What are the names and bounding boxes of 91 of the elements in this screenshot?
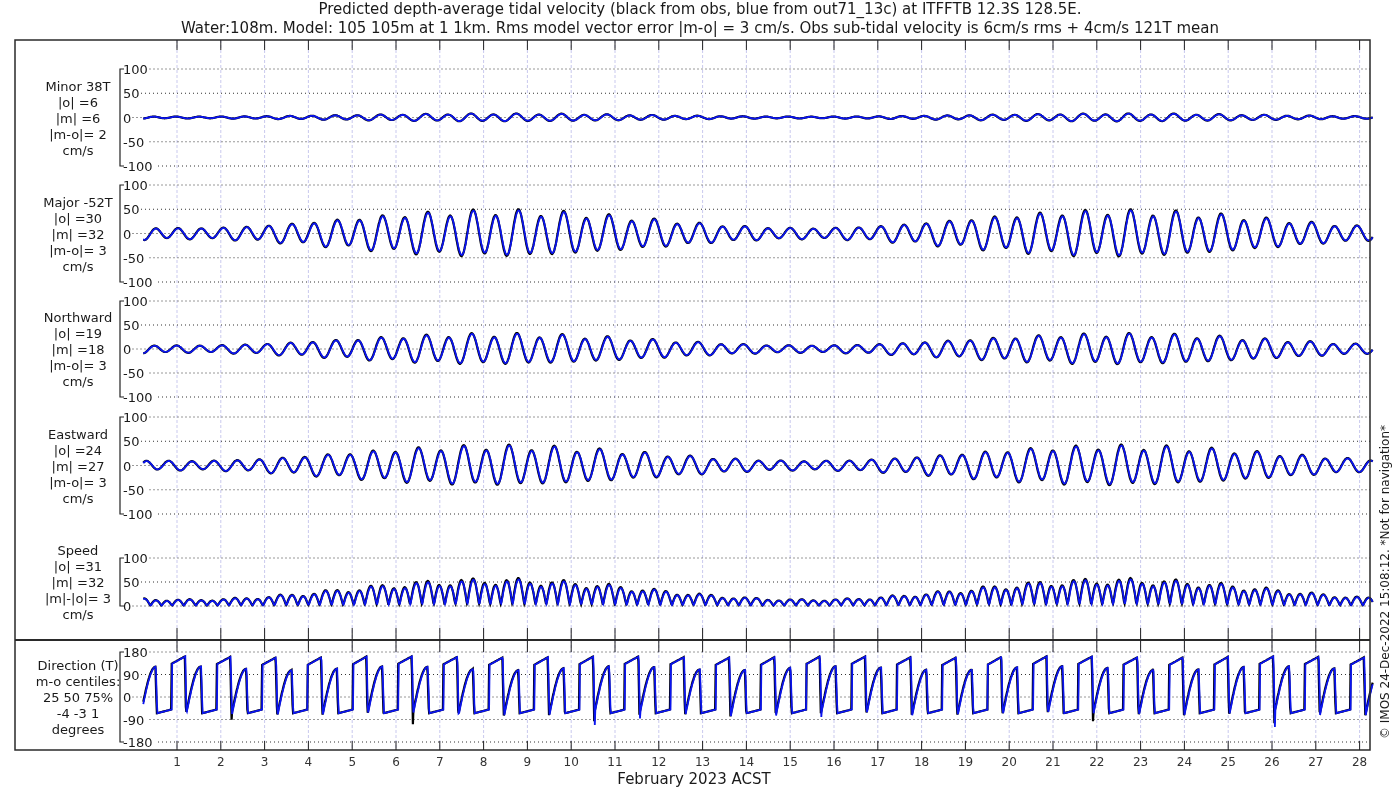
y-tick-label: -180: [123, 735, 153, 750]
y-tick-label: -50: [123, 250, 145, 266]
x-tick-label: 17: [870, 755, 886, 769]
panel-label: Minor 38T: [45, 78, 111, 94]
panel-label: |m-o|= 3: [49, 242, 107, 258]
panel-label: |o| =31: [53, 559, 103, 574]
panel-label: |m-o|= 3: [49, 358, 107, 373]
y-tick-label: 0: [123, 342, 132, 357]
y-tick-label: -50: [123, 366, 145, 381]
y-tick-label: 90: [123, 667, 140, 683]
panel-label: |m-o|= 2: [49, 126, 107, 142]
y-tick-label: -50: [123, 482, 145, 498]
x-tick-label: 3: [260, 755, 269, 769]
x-tick-label: 12: [651, 755, 667, 769]
y-tick-label: 50: [123, 202, 140, 218]
x-tick-label: 16: [826, 755, 842, 769]
y-axis-line: [119, 557, 125, 607]
panel-label: |o| =24: [53, 442, 103, 458]
x-tick-label: 23: [1132, 755, 1149, 769]
y-tick-label: 100: [123, 294, 148, 309]
x-tick-label: 1: [173, 755, 181, 769]
panel-label: |m| =27: [51, 458, 105, 474]
y-tick-label: 0: [123, 599, 132, 614]
panel-label: Major -52T: [43, 194, 113, 210]
y-tick-label: 100: [123, 410, 148, 425]
x-tick-label: 13: [694, 755, 711, 769]
y-tick-label: -50: [123, 134, 145, 150]
panel-label: |m| =6: [55, 110, 101, 126]
x-tick-label: 11: [607, 755, 623, 769]
x-tick-label: 14: [738, 755, 755, 769]
panel-label: cm/s: [62, 607, 94, 622]
panel-label: |o| =19: [53, 326, 103, 341]
chart-title: Water:108m. Model: 105 105m at 1 1km. Rms model vector error |m-o| = 3 cm/s. Obs sub-tidal velocity is 6cm/s rms + 4cm/s 121T mean: [180, 19, 1220, 37]
y-tick-label: 0: [123, 226, 132, 242]
panel-label: |m| =18: [51, 342, 105, 357]
y-tick-label: 100: [123, 551, 148, 566]
y-tick-label: 100: [123, 178, 148, 193]
y-tick-label: 50: [123, 86, 140, 102]
y-tick-label: -90: [123, 712, 145, 728]
panel-label: cm/s: [62, 374, 94, 389]
x-tick-label: 27: [1308, 755, 1324, 769]
panel-label: Northward: [43, 310, 113, 325]
panel-label: |o| =6: [58, 94, 98, 110]
y-tick-label: 50: [123, 575, 140, 590]
panel-label: cm/s: [62, 490, 94, 506]
y-tick-label: -100: [123, 390, 153, 405]
y-tick-label: 100: [123, 62, 148, 77]
y-tick-label: 180: [123, 645, 148, 660]
panel-label: |o| =30: [53, 210, 103, 226]
panel-label: Direction (T): [37, 658, 119, 673]
x-tick-label: 10: [563, 755, 579, 769]
x-tick-label: 8: [479, 755, 488, 769]
y-tick-label: 0: [123, 458, 132, 474]
x-tick-label: 24: [1176, 755, 1193, 769]
x-tick-label: 18: [913, 755, 930, 769]
panel-label: cm/s: [62, 258, 94, 274]
x-tick-label: 9: [523, 755, 532, 769]
y-tick-label: -100: [123, 159, 153, 174]
x-tick-label: 19: [957, 755, 974, 769]
panel-label: m-o centiles:: [35, 674, 121, 689]
panel-label: |m|-|o|= 3: [44, 591, 112, 606]
credit-text: © IMOS 24-Dec-2022 15:08:12. *Not for navigation*: [1378, 424, 1392, 740]
x-tick-label: 4: [304, 755, 313, 769]
panel-label: |m| =32: [51, 575, 105, 590]
panel-label: Eastward: [48, 426, 108, 442]
panel-label: 25 50 75%: [42, 690, 114, 705]
x-tick-label: 25: [1220, 755, 1236, 769]
x-tick-label: 20: [1001, 755, 1017, 769]
x-tick-label: 15: [782, 755, 798, 769]
y-tick-label: -100: [123, 507, 153, 522]
chart-title: Predicted depth-average tidal velocity (black from obs, blue from out71_13c) at ITFFTB 12.3S 128.5E.: [318, 0, 1082, 18]
panel-label: |m| =32: [51, 226, 105, 242]
x-tick-label: 5: [348, 755, 356, 769]
panel-label: -4 -3 1: [56, 706, 100, 721]
y-tick-label: 0: [123, 690, 132, 705]
x-tick-label: 21: [1045, 755, 1061, 769]
x-tick-label: 28: [1351, 755, 1368, 769]
panel-label: degrees: [51, 722, 105, 737]
y-tick-label: 0: [123, 110, 132, 126]
x-tick-label: 2: [217, 755, 225, 769]
y-tick-label: 50: [123, 318, 140, 333]
x-tick-label: 26: [1264, 755, 1280, 769]
x-axis-label: February 2023 ACST: [617, 770, 771, 788]
panel-label: |m-o|= 3: [49, 474, 107, 490]
y-tick-label: 50: [123, 434, 140, 450]
panel-label: cm/s: [62, 142, 94, 158]
x-tick-label: 7: [436, 755, 444, 769]
x-tick-label: 22: [1089, 755, 1105, 769]
panel-label: Speed: [57, 543, 99, 558]
y-tick-label: -100: [123, 275, 153, 290]
x-tick-label: 6: [392, 755, 400, 769]
